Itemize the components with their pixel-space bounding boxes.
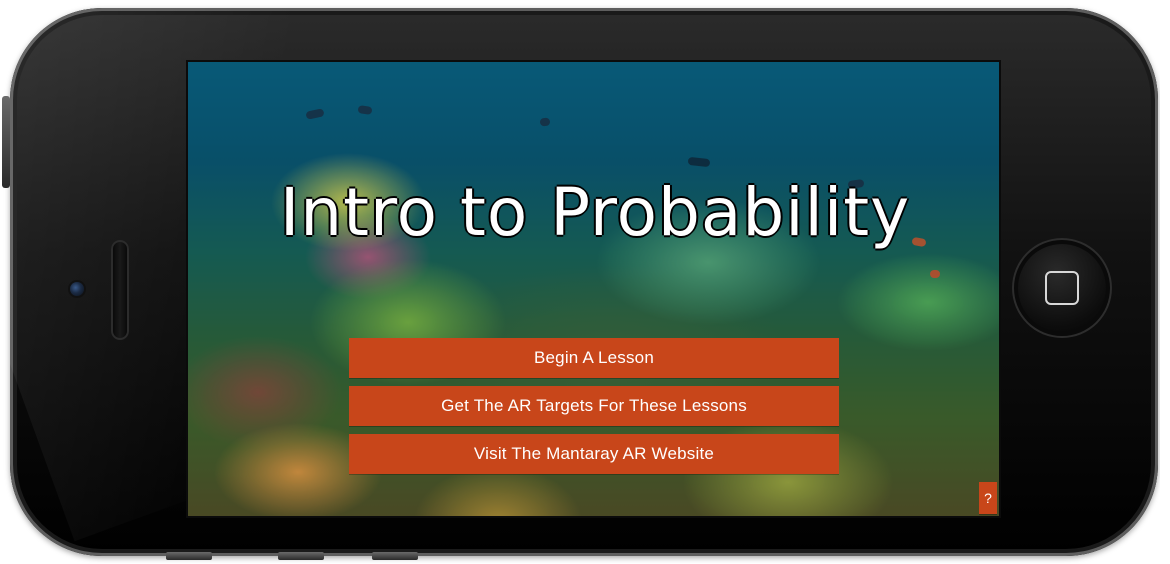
app-title: Intro to Probability	[279, 174, 911, 251]
app-screen: Intro to Probability Begin A Lesson Get …	[186, 60, 1001, 518]
page: Intro to Probability Begin A Lesson Get …	[0, 0, 1170, 564]
phone-frame: Intro to Probability Begin A Lesson Get …	[10, 8, 1158, 556]
volume-button	[2, 96, 10, 188]
main-menu: Begin A Lesson Get The AR Targets For Th…	[349, 338, 839, 474]
bottom-button	[166, 552, 212, 560]
bottom-button	[372, 552, 418, 560]
front-camera-icon	[70, 282, 84, 296]
right-edge-background	[1160, 0, 1170, 564]
get-ar-targets-button[interactable]: Get The AR Targets For These Lessons	[349, 386, 839, 426]
earpiece-speaker-icon	[111, 240, 129, 340]
begin-lesson-button[interactable]: Begin A Lesson	[349, 338, 839, 378]
visit-website-button[interactable]: Visit The Mantaray AR Website	[349, 434, 839, 474]
home-button[interactable]	[1012, 238, 1112, 338]
home-button-icon	[1045, 271, 1079, 305]
bottom-button	[278, 552, 324, 560]
help-button[interactable]: ?	[979, 482, 997, 514]
fish-icon	[929, 269, 941, 279]
